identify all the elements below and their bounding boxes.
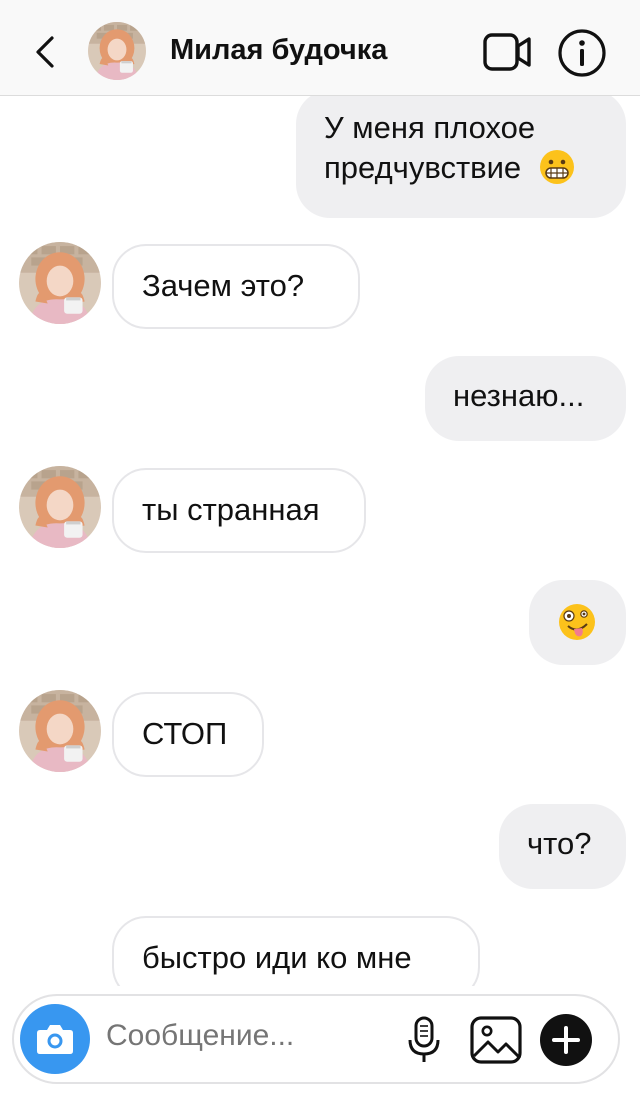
- grimacing-face-emoji-icon: [539, 149, 574, 184]
- chevron-left-icon: [36, 36, 54, 68]
- more-actions-button[interactable]: [540, 1014, 592, 1066]
- message-text: незнаю...: [453, 378, 585, 413]
- message-outgoing[interactable]: что?: [499, 804, 626, 889]
- sender-avatar[interactable]: [19, 466, 101, 548]
- message-text: Зачем это?: [142, 268, 305, 303]
- contact-avatar[interactable]: [88, 22, 146, 80]
- chat-header: Милая будочка: [0, 0, 640, 96]
- sender-avatar[interactable]: [19, 242, 101, 324]
- message-outgoing[interactable]: [529, 580, 626, 665]
- message-composer: [12, 994, 620, 1084]
- message-text: У меня плохое: [324, 110, 536, 145]
- info-button[interactable]: [556, 27, 608, 79]
- camera-button[interactable]: [20, 1004, 90, 1074]
- video-call-button[interactable]: [480, 30, 534, 74]
- message-input[interactable]: [106, 1016, 386, 1056]
- voice-message-button[interactable]: [406, 1014, 442, 1066]
- message-text: СТОП: [142, 716, 228, 751]
- image-icon: [470, 1016, 522, 1064]
- message-incoming[interactable]: быстро иди ко мне: [112, 916, 480, 986]
- microphone-icon: [408, 1016, 440, 1062]
- message-text: что?: [527, 826, 592, 861]
- back-button[interactable]: [26, 30, 62, 74]
- plus-icon: [552, 1026, 580, 1054]
- message-text: предчувствие: [324, 150, 522, 185]
- message-text-line: предчувствие: [324, 148, 626, 188]
- message-incoming[interactable]: Зачем это?: [112, 244, 360, 329]
- message-outgoing[interactable]: У меня плохое предчувствие: [296, 96, 626, 218]
- message-incoming[interactable]: СТОП: [112, 692, 264, 777]
- info-icon: [558, 29, 606, 77]
- message-text: ты странная: [142, 492, 320, 527]
- gallery-button[interactable]: [468, 1014, 524, 1066]
- message-list[interactable]: У меня плохое предчувствие Зачем это? не…: [0, 96, 640, 986]
- message-incoming[interactable]: ты странная: [112, 468, 366, 553]
- message-text: быстро иди ко мне: [142, 940, 412, 975]
- video-camera-icon: [483, 33, 531, 71]
- camera-icon: [37, 1025, 73, 1054]
- chat-title[interactable]: Милая будочка: [170, 34, 387, 67]
- zany-face-emoji-icon: [559, 603, 595, 640]
- sender-avatar[interactable]: [19, 690, 101, 772]
- message-outgoing[interactable]: незнаю...: [425, 356, 626, 441]
